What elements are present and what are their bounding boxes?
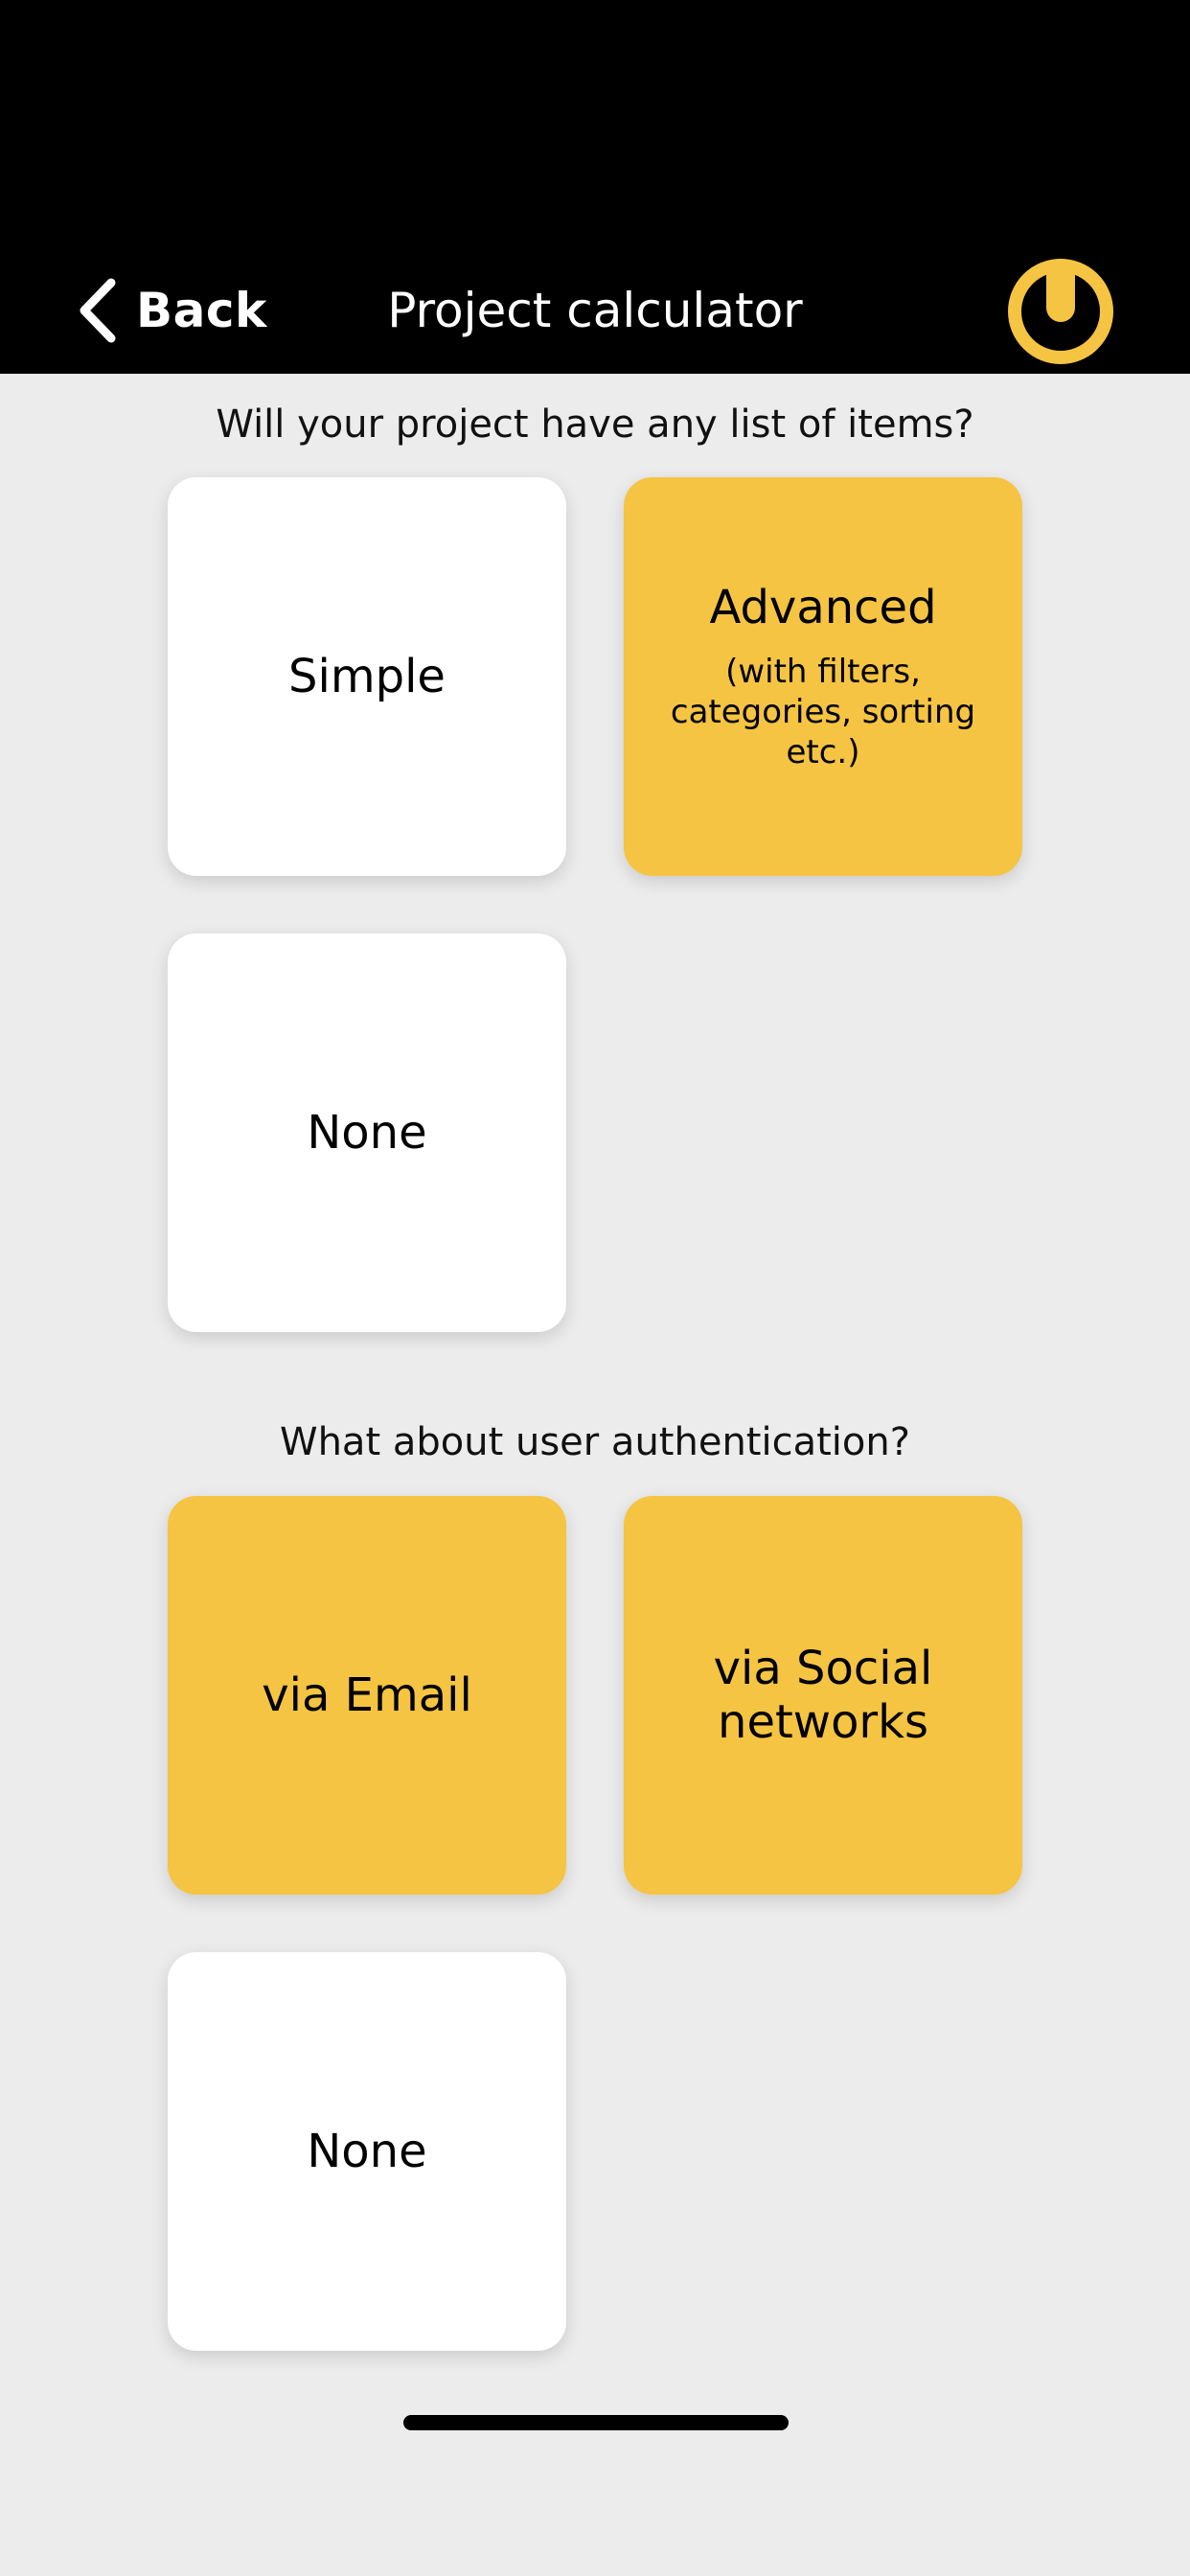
option-label: Simple: [288, 650, 446, 703]
question-authentication: What about user authentication?: [280, 1420, 910, 1464]
option-auth-none[interactable]: None: [168, 1952, 566, 2351]
option-list-simple[interactable]: Simple: [168, 477, 566, 876]
question-list-items: Will your project have any list of items…: [216, 402, 974, 447]
option-label: None: [307, 2125, 427, 2178]
app-header: Back Project calculator: [0, 0, 1190, 374]
brand-logo-icon: [1008, 259, 1113, 364]
option-label: via Email: [262, 1668, 472, 1722]
home-indicator[interactable]: [403, 2415, 789, 2430]
option-list-advanced[interactable]: Advanced (with filters, categories, sort…: [624, 477, 1022, 876]
option-label: Advanced: [709, 581, 937, 634]
option-label: via Social networks: [713, 1642, 933, 1749]
option-list-none[interactable]: None: [168, 933, 566, 1332]
option-sublabel: (with filters, categories, sorting etc.): [670, 653, 976, 771]
option-auth-social[interactable]: via Social networks: [624, 1496, 1022, 1895]
option-auth-email[interactable]: via Email: [168, 1496, 566, 1895]
option-label: None: [307, 1106, 427, 1160]
